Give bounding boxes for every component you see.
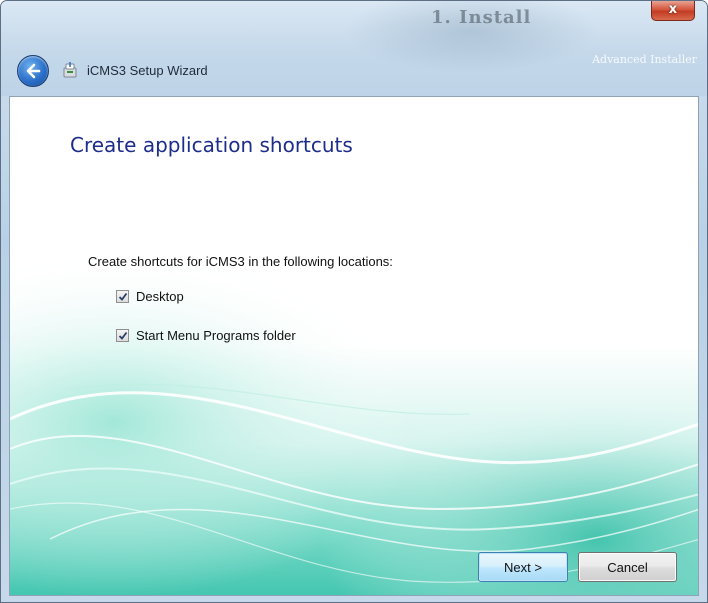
checkmark-icon [118,292,128,301]
wizard-header: Create application shortcuts [10,97,698,209]
close-icon: x [668,2,678,17]
installer-icon [63,62,77,78]
instruction-text: Create shortcuts for iCMS3 in the follow… [88,254,393,269]
page-title: Create application shortcuts [70,133,353,157]
back-button[interactable] [17,55,49,87]
desktop-option[interactable]: Desktop [116,288,184,304]
checkmark-icon [118,331,128,340]
background-install-text: 1. Install [431,7,532,28]
next-button[interactable]: Next > [478,552,568,582]
start-menu-option[interactable]: Start Menu Programs folder [116,327,296,343]
wizard-client-area: Create application shortcuts Create shor… [9,96,699,596]
close-button[interactable]: x [651,1,695,21]
background-brand-text: Advanced Installer [592,53,697,66]
start-menu-label: Start Menu Programs folder [136,327,296,343]
window-title: iCMS3 Setup Wizard [87,63,208,78]
desktop-label: Desktop [136,288,184,304]
back-arrow-icon [26,63,41,79]
desktop-checkbox[interactable] [116,289,129,303]
title-bar[interactable]: 1. Install Advanced Installer iCMS3 Setu… [1,1,707,96]
start-menu-checkbox[interactable] [116,328,129,342]
setup-wizard-window: 1. Install Advanced Installer iCMS3 Setu… [0,0,708,603]
cancel-button[interactable]: Cancel [578,552,677,582]
